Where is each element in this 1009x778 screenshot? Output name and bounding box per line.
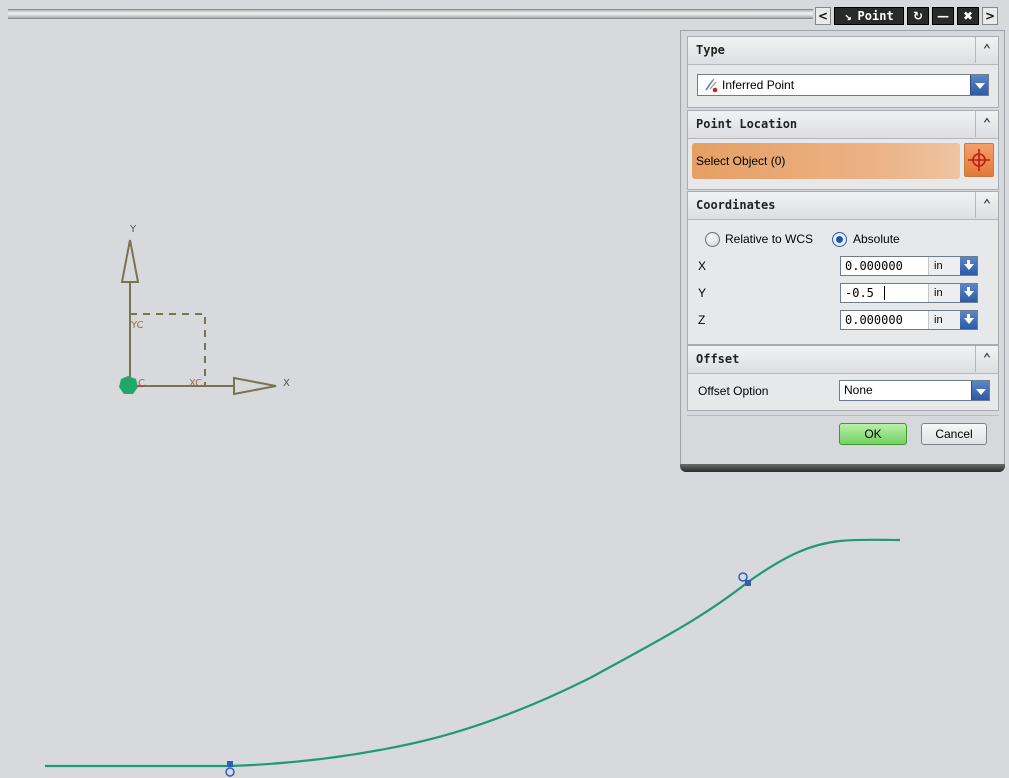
point-location-header[interactable]: Point Location ⌃ — [688, 111, 998, 139]
dialog-bottom-edge — [680, 464, 1005, 472]
type-section: Type ⌃ Inferred Point — [687, 36, 999, 108]
y-coordinate-input[interactable]: -0.5 in — [840, 283, 978, 303]
point-dialog: Type ⌃ Inferred Point Point Location ⌃ S… — [680, 30, 1005, 472]
control-point-start[interactable] — [225, 761, 235, 777]
offset-heading: Offset — [696, 352, 740, 366]
chevron-down-icon[interactable] — [970, 75, 988, 95]
z-coordinate-input[interactable]: 0.000000 in — [840, 310, 978, 330]
y-label: Y — [698, 286, 707, 300]
collapse-up-icon[interactable]: ⌃ — [975, 192, 998, 218]
axis-x-label: X — [283, 378, 290, 389]
collapse-up-icon[interactable]: ⌃ — [975, 111, 998, 137]
arrow-cursor-icon: ↘ — [844, 9, 852, 23]
point-location-section: Point Location ⌃ Select Object (0) — [687, 110, 999, 190]
type-heading: Type — [696, 43, 725, 57]
minimize-icon[interactable]: — — [932, 7, 954, 25]
coordinates-heading: Coordinates — [696, 198, 776, 212]
chevron-left-icon[interactable]: < — [815, 7, 831, 25]
dialog-title-text: Point — [857, 9, 894, 23]
dialog-titlebar[interactable]: < ↘ Point ↻ — ✖ > — [0, 0, 1009, 30]
absolute-radio[interactable] — [832, 232, 847, 247]
x-label: X — [698, 259, 707, 273]
cancel-button[interactable]: Cancel — [921, 423, 987, 445]
text-cursor — [884, 286, 885, 300]
z-unit[interactable]: in — [928, 311, 960, 329]
yc-label: YC — [130, 320, 144, 331]
close-icon[interactable]: ✖ — [957, 7, 979, 25]
reset-icon[interactable]: ↻ — [907, 7, 929, 25]
offset-option-dropdown[interactable]: None — [839, 380, 990, 401]
axis-y-label: Y — [129, 224, 137, 235]
control-point-mid[interactable] — [738, 572, 751, 586]
offset-section: Offset ⌃ Offset Option None — [687, 345, 999, 411]
ok-button[interactable]: OK — [839, 423, 907, 445]
point-dialog-button[interactable] — [964, 143, 994, 177]
titlebar-rail — [8, 9, 813, 19]
relative-to-wcs-radio[interactable] — [705, 232, 720, 247]
y-unit[interactable]: in — [928, 284, 960, 302]
x-arrow-head — [233, 376, 277, 396]
arrow-down-icon[interactable] — [960, 284, 977, 302]
absolute-label: Absolute — [853, 232, 900, 246]
coordinates-section: Coordinates ⌃ Relative to WCS Absolute X… — [687, 191, 999, 345]
arrow-down-icon[interactable] — [960, 311, 977, 329]
chevron-right-icon[interactable]: > — [982, 7, 998, 25]
select-object-label: Select Object (0) — [696, 154, 786, 168]
collapse-up-icon[interactable]: ⌃ — [975, 37, 998, 63]
y-arrow-head — [120, 239, 140, 283]
collapse-up-icon[interactable]: ⌃ — [975, 346, 998, 372]
type-selected-value: Inferred Point — [722, 78, 795, 92]
zc-label: C — [138, 378, 145, 389]
crosshair-icon — [968, 149, 990, 171]
dialog-button-bar: OK Cancel — [687, 415, 999, 450]
point-location-heading: Point Location — [696, 117, 798, 131]
select-object-field[interactable]: Select Object (0) — [692, 143, 960, 179]
xc-label: XC — [189, 378, 202, 389]
spline-curve[interactable] — [45, 538, 901, 768]
x-coordinate-input[interactable]: 0.000000 in — [840, 256, 978, 276]
dialog-title: ↘ Point — [834, 7, 904, 25]
origin-point — [119, 376, 138, 394]
y-value: -0.5 — [845, 286, 874, 300]
z-value: 0.000000 — [845, 313, 903, 327]
x-unit[interactable]: in — [928, 257, 960, 275]
wcs-triad — [119, 239, 277, 396]
offset-option-label: Offset Option — [698, 384, 769, 398]
z-label: Z — [698, 313, 706, 327]
chevron-down-icon[interactable] — [971, 381, 989, 400]
arrow-down-icon[interactable] — [960, 257, 977, 275]
relative-to-wcs-label: Relative to WCS — [725, 232, 814, 246]
offset-option-value: None — [844, 383, 873, 397]
x-value: 0.000000 — [845, 259, 903, 273]
type-section-header[interactable]: Type ⌃ — [688, 37, 998, 65]
inferred-point-icon — [704, 77, 718, 93]
coordinates-header[interactable]: Coordinates ⌃ — [688, 192, 998, 220]
type-dropdown[interactable]: Inferred Point — [697, 74, 989, 96]
offset-header[interactable]: Offset ⌃ — [688, 346, 998, 374]
